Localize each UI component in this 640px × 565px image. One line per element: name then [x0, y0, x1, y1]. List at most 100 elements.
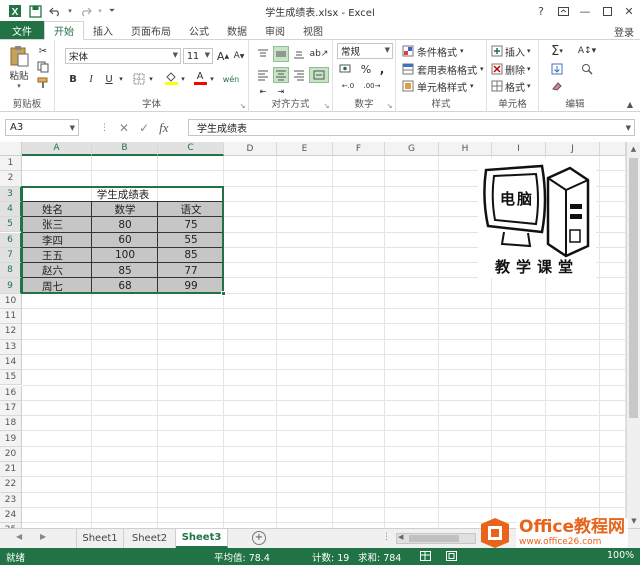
expand-formula-icon[interactable]: ▼: [626, 124, 631, 132]
underline-dropdown-icon[interactable]: ▾: [117, 71, 125, 87]
row-header-3[interactable]: 3: [0, 186, 22, 202]
fill-icon[interactable]: [545, 61, 569, 77]
tab-review[interactable]: 审阅: [256, 21, 294, 39]
save-icon[interactable]: [26, 2, 44, 20]
insert-function-button[interactable]: fx: [159, 120, 168, 136]
select-all-corner[interactable]: [0, 142, 22, 156]
align-top-icon[interactable]: [255, 46, 271, 62]
column-header-b[interactable]: B: [92, 142, 158, 156]
prev-sheet-icon[interactable]: ◀: [16, 532, 22, 541]
table-cell[interactable]: 55: [158, 233, 224, 248]
scroll-up-icon[interactable]: ▲: [627, 142, 640, 156]
row-header-1[interactable]: 1: [0, 156, 22, 172]
italic-button[interactable]: I: [83, 71, 99, 87]
table-cell[interactable]: 王五: [22, 248, 92, 263]
table-header-cell[interactable]: 语文: [158, 202, 224, 217]
tab-insert[interactable]: 插入: [84, 21, 122, 39]
dialog-launcher-icon[interactable]: ↘: [385, 101, 394, 110]
cut-icon[interactable]: ✂: [36, 44, 50, 58]
dialog-launcher-icon[interactable]: ↘: [322, 101, 331, 110]
align-middle-icon[interactable]: [273, 46, 289, 62]
scroll-thumb[interactable]: [629, 158, 638, 418]
table-cell[interactable]: 85: [92, 263, 158, 278]
table-cell[interactable]: 68: [92, 278, 158, 293]
tab-home[interactable]: 开始: [44, 21, 84, 40]
table-header-cell[interactable]: 数学: [92, 202, 158, 217]
font-color-dropdown-icon[interactable]: ▾: [208, 71, 216, 87]
page-layout-view-icon[interactable]: [446, 551, 457, 564]
row-header-18[interactable]: 18: [0, 416, 22, 432]
column-header-a[interactable]: A: [22, 142, 92, 156]
row-header-8[interactable]: 8: [0, 263, 22, 279]
column-header-f[interactable]: F: [333, 142, 385, 156]
percent-button[interactable]: %: [359, 62, 373, 76]
login-link[interactable]: 登录: [614, 24, 634, 39]
undo-dropdown-icon[interactable]: ▾: [66, 2, 74, 20]
conditional-format-button[interactable]: 条件格式 ▾: [402, 43, 484, 59]
font-size-select[interactable]: 11 ▼: [183, 48, 213, 64]
undo-icon[interactable]: [46, 2, 64, 20]
row-header-23[interactable]: 23: [0, 492, 22, 508]
fill-color-button[interactable]: [163, 69, 179, 87]
formula-input[interactable]: 学生成绩表 ▼: [188, 119, 635, 136]
cancel-icon[interactable]: ✕: [119, 121, 129, 135]
row-header-11[interactable]: 11: [0, 309, 22, 325]
table-cell[interactable]: 周七: [22, 278, 92, 293]
next-sheet-icon[interactable]: ▶: [40, 532, 46, 541]
insert-cells-button[interactable]: 插入 ▾: [491, 43, 537, 59]
sheet-tab-3[interactable]: Sheet3: [176, 529, 228, 548]
row-header-6[interactable]: 6: [0, 232, 22, 248]
row-header-22[interactable]: 22: [0, 477, 22, 493]
borders-icon[interactable]: [131, 71, 147, 87]
shrink-font-button[interactable]: A ▼: [232, 48, 246, 64]
font-name-select[interactable]: 宋体 ▼: [65, 48, 181, 64]
dialog-launcher-icon[interactable]: ↘: [238, 101, 247, 110]
table-cell[interactable]: 张三: [22, 217, 92, 232]
normal-view-icon[interactable]: [420, 551, 431, 564]
find-select-icon[interactable]: [575, 61, 599, 77]
format-painter-icon[interactable]: [36, 76, 50, 90]
table-cell[interactable]: 60: [92, 233, 158, 248]
table-header-cell[interactable]: 姓名: [22, 202, 92, 217]
align-right-icon[interactable]: [291, 67, 307, 83]
row-header-13[interactable]: 13: [0, 339, 22, 355]
merge-center-icon[interactable]: [309, 67, 329, 83]
table-cell[interactable]: 100: [92, 248, 158, 263]
scroll-thumb[interactable]: [409, 535, 459, 542]
column-header-h[interactable]: H: [439, 142, 492, 156]
table-cell[interactable]: 77: [158, 263, 224, 278]
row-header-20[interactable]: 20: [0, 446, 22, 462]
column-header-j[interactable]: J: [546, 142, 600, 156]
column-header-g[interactable]: G: [385, 142, 439, 156]
indent-decrease-icon[interactable]: ⇤: [255, 86, 271, 96]
paste-button[interactable]: 粘贴 ▾: [6, 44, 32, 90]
worksheet-grid[interactable]: A B C D E F G H I J 1 2 3 4 5 6 7 8 9 10 11 12 13 14 15 16 17 18 19 2…: [0, 142, 626, 528]
format-cells-button[interactable]: 格式 ▾: [491, 78, 537, 94]
row-header-12[interactable]: 12: [0, 324, 22, 340]
bold-button[interactable]: B: [65, 71, 81, 87]
borders-dropdown-icon[interactable]: ▾: [147, 71, 155, 87]
scroll-left-icon[interactable]: ◀: [398, 533, 403, 541]
tab-page-layout[interactable]: 页面布局: [122, 21, 180, 39]
redo-dropdown-icon[interactable]: ▾: [96, 2, 104, 20]
sort-filter-icon[interactable]: A↕▾: [575, 43, 599, 59]
redo-icon[interactable]: [76, 2, 94, 20]
delete-cells-button[interactable]: 删除 ▾: [491, 61, 537, 77]
indent-increase-icon[interactable]: ⇥: [273, 86, 289, 96]
increase-decimal-icon[interactable]: ←.0: [337, 79, 359, 93]
collapse-ribbon-icon[interactable]: ▲: [624, 98, 636, 110]
number-format-select[interactable]: 常规 ▼: [337, 43, 393, 59]
new-sheet-icon[interactable]: +: [252, 531, 266, 545]
row-header-14[interactable]: 14: [0, 354, 22, 371]
fill-dropdown-icon[interactable]: ▾: [179, 71, 187, 87]
underline-button[interactable]: U: [101, 71, 117, 87]
row-header-21[interactable]: 21: [0, 462, 22, 478]
row-header-9[interactable]: 9: [0, 278, 22, 294]
format-as-table-button[interactable]: 套用表格格式 ▾: [402, 61, 486, 77]
table-title-cell[interactable]: 学生成绩表: [22, 187, 224, 202]
row-header-19[interactable]: 19: [0, 431, 22, 447]
row-header-24[interactable]: 24: [0, 507, 22, 524]
phonetic-button[interactable]: wén: [220, 71, 242, 87]
sheet-tab-1[interactable]: Sheet1: [76, 529, 124, 548]
align-left-icon[interactable]: [255, 67, 271, 83]
